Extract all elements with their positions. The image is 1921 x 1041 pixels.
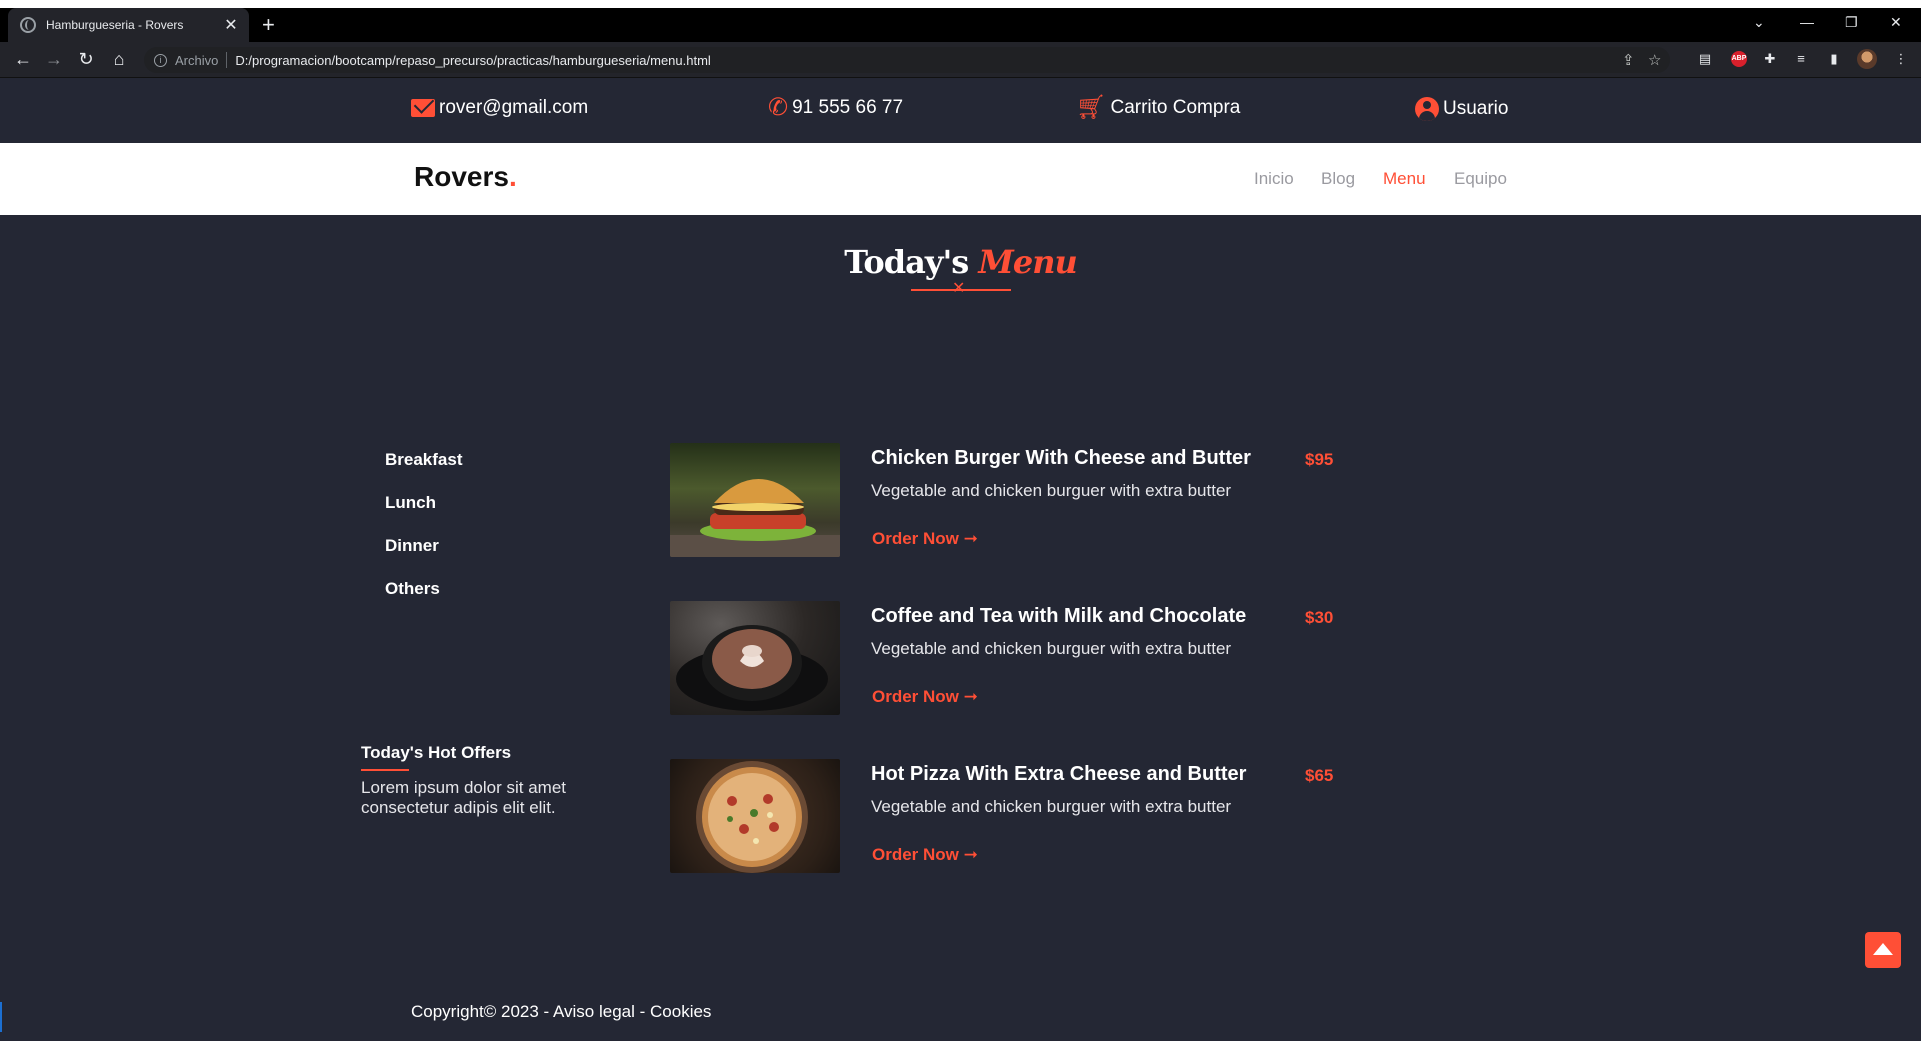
nav-blog[interactable]: Blog [1321, 169, 1355, 189]
item-price: $95 [1305, 450, 1334, 469]
address-bar: ← → ↻ ⌂ i Archivo D:/programacion/bootca… [0, 42, 1921, 78]
minimize-icon[interactable]: — [1800, 14, 1814, 30]
item-price: $65 [1305, 766, 1334, 785]
home-icon[interactable]: ⌂ [108, 49, 130, 70]
phone-text: 91 555 66 77 [792, 97, 904, 118]
page-title: Today's Menu [0, 243, 1921, 281]
item-description: Vegetable and chicken burguer with extra… [871, 797, 1232, 816]
tab-title: Hamburgueseria - Rovers [46, 18, 184, 32]
forward-icon[interactable]: → [43, 49, 65, 70]
email-text: rover@gmail.com [439, 97, 589, 118]
cross-ornament-icon: ✕ [952, 280, 966, 297]
order-now-link[interactable]: Order Now ➞ [872, 845, 978, 865]
browser-tab[interactable]: Hamburgueseria - Rovers ✕ [8, 8, 249, 42]
item-description: Vegetable and chicken burguer with extra… [871, 481, 1232, 500]
cart-icon: 🛒︎ [1076, 94, 1107, 121]
burger-image [670, 443, 840, 557]
omnibox-divider [226, 52, 228, 68]
globe-icon [20, 17, 36, 33]
close-tab-icon[interactable]: ✕ [223, 15, 239, 35]
bookmark-star-icon[interactable]: ☆ [1648, 51, 1661, 69]
media-control-icon[interactable]: ≡ [1793, 51, 1809, 67]
envelope-icon [411, 99, 435, 117]
category-others[interactable]: Others [385, 579, 440, 599]
coffee-image [670, 601, 840, 715]
item-name: Chicken Burger With Cheese and Butter [871, 447, 1251, 469]
tab-search-icon[interactable]: ⌄ [1753, 14, 1765, 31]
user-circle-icon [1415, 97, 1439, 121]
order-now-link[interactable]: Order Now ➞ [872, 687, 978, 707]
cart-link[interactable]: 🛒︎ Carrito Compra [1076, 94, 1241, 121]
info-icon[interactable]: i [154, 53, 167, 67]
category-lunch[interactable]: Lunch [385, 493, 436, 513]
order-label: Order Now [872, 845, 959, 864]
menu-item: Chicken Burger With Cheese and Butter $9… [670, 443, 1350, 557]
item-name: Hot Pizza With Extra Cheese and Butter [871, 763, 1247, 785]
order-label: Order Now [872, 687, 959, 706]
browser-menu-icon[interactable]: ⋮ [1893, 51, 1909, 67]
footer-text: Copyright© 2023 - Aviso legal - Cookies [411, 1002, 712, 1021]
pizza-image [670, 759, 840, 873]
share-icon[interactable]: ⇪ [1622, 51, 1635, 69]
item-description: Vegetable and chicken burguer with extra… [871, 639, 1232, 658]
brand-logo[interactable]: Rovers. [414, 161, 517, 193]
phone-icon: ✆ [768, 94, 789, 121]
back-icon[interactable]: ← [12, 49, 34, 70]
offers-underline [361, 769, 409, 771]
close-window-icon[interactable]: ✕ [1890, 14, 1902, 31]
contact-phone[interactable]: ✆ 91 555 66 77 [768, 94, 904, 121]
item-name: Coffee and Tea with Milk and Chocolate [871, 605, 1247, 627]
order-label: Order Now [872, 529, 959, 548]
contact-bar: rover@gmail.com ✆ 91 555 66 77 🛒︎ Carrit… [0, 79, 1921, 143]
menu-item: Coffee and Tea with Milk and Chocolate $… [670, 601, 1350, 715]
reload-icon[interactable]: ↻ [75, 49, 97, 70]
restore-icon[interactable]: ❐ [1845, 14, 1858, 31]
window-top-border [0, 0, 1921, 8]
scroll-to-top-button[interactable] [1865, 932, 1901, 968]
title-part2: Menu [978, 243, 1077, 281]
menu-item: Hot Pizza With Extra Cheese and Butter $… [670, 759, 1350, 873]
user-link[interactable]: Usuario [1415, 97, 1508, 121]
window-edge-marker [0, 1002, 2, 1032]
contact-email[interactable]: rover@gmail.com [411, 97, 588, 119]
puzzle-extensions-icon[interactable]: ✚ [1762, 51, 1778, 67]
cart-text: Carrito Compra [1110, 97, 1241, 118]
tab-strip: Hamburgueseria - Rovers ✕ + ⌄ — ❐ ✕ [0, 8, 1921, 42]
category-breakfast[interactable]: Breakfast [385, 450, 463, 470]
extension-icon[interactable]: ▤ [1697, 51, 1713, 67]
nav-inicio[interactable]: Inicio [1254, 169, 1294, 189]
user-text: Usuario [1443, 98, 1509, 119]
offers-title: Today's Hot Offers [361, 743, 512, 762]
order-now-link[interactable]: Order Now ➞ [872, 529, 978, 549]
nav-equipo[interactable]: Equipo [1454, 169, 1507, 189]
nav-menu[interactable]: Menu [1383, 169, 1426, 189]
new-tab-button[interactable]: + [262, 12, 275, 38]
side-panel-icon[interactable]: ▮ [1826, 51, 1842, 67]
arrow-right-icon: ➞ [963, 529, 978, 548]
category-dinner[interactable]: Dinner [385, 536, 439, 556]
arrow-right-icon: ➞ [963, 687, 978, 706]
item-price: $30 [1305, 608, 1334, 627]
profile-avatar[interactable] [1857, 49, 1877, 69]
url-input[interactable]: i Archivo D:/programacion/bootcamp/repas… [144, 47, 1670, 73]
main-navbar: Rovers. Inicio Blog Menu Equipo [0, 143, 1921, 215]
scheme-label: Archivo [175, 52, 219, 68]
brand-name: Rovers [414, 161, 509, 192]
arrow-right-icon: ➞ [963, 845, 978, 864]
chevron-up-icon [1873, 942, 1893, 955]
adblock-icon[interactable]: ABP [1731, 51, 1747, 67]
url-text: D:/programacion/bootcamp/repaso_precurso… [235, 52, 711, 68]
brand-dot: . [508, 161, 517, 192]
offers-text: Lorem ipsum dolor sit amet consectetur a… [361, 778, 567, 817]
title-part1: Today's [844, 243, 969, 281]
